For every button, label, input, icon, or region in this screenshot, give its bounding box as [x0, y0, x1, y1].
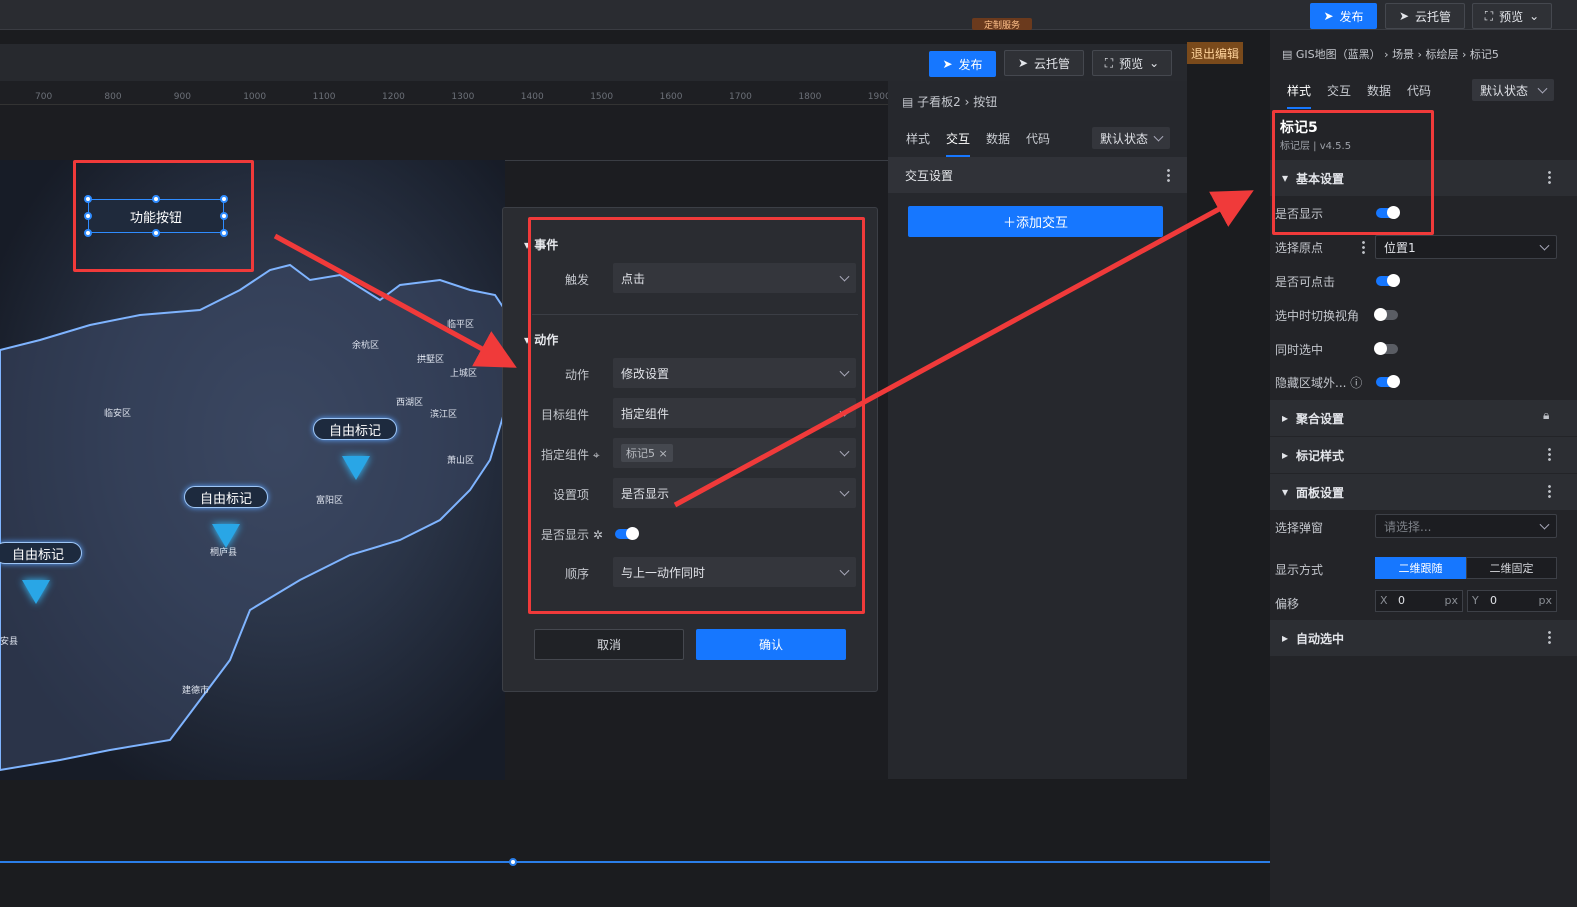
arrow-to-dialog	[273, 233, 517, 368]
arrow-to-properties	[673, 190, 1254, 508]
annotation-arrows	[273, 190, 1254, 508]
